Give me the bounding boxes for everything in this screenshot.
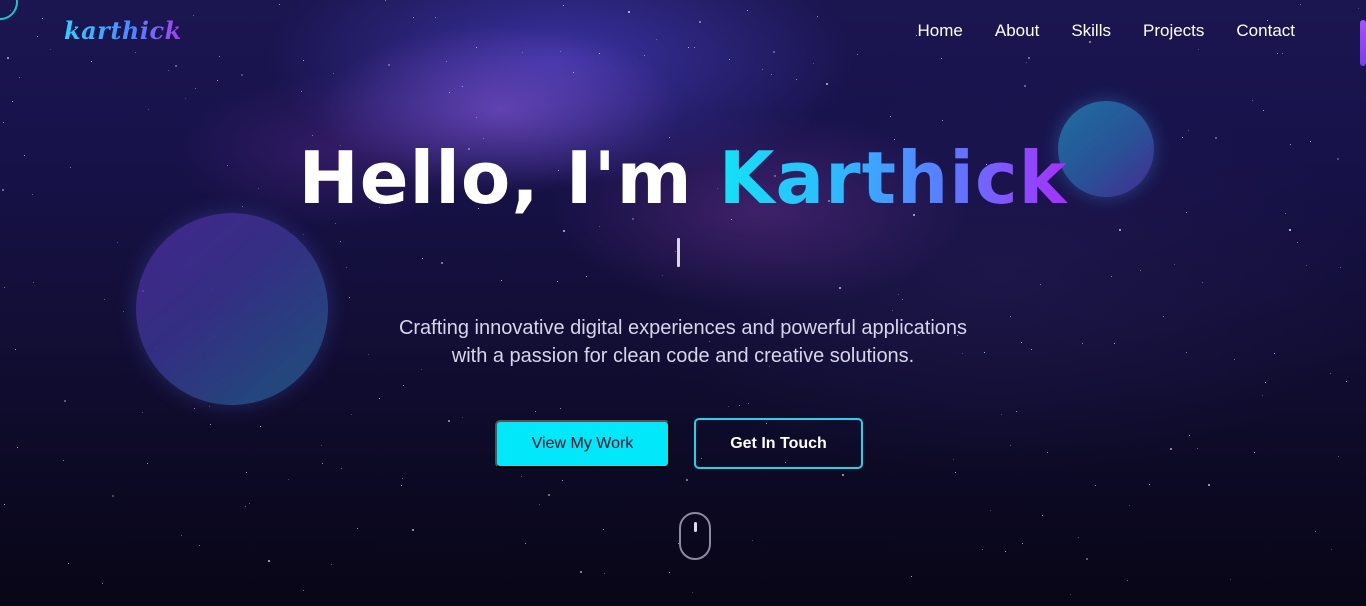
hero-headline: Hello, I'm Karthick bbox=[0, 136, 1366, 220]
view-my-work-button[interactable]: View My Work bbox=[495, 420, 670, 468]
hero-greeting: Hello, I'm bbox=[298, 136, 719, 220]
tagline-line-1: Crafting innovative digital experiences … bbox=[398, 317, 968, 339]
get-in-touch-button[interactable]: Get In Touch bbox=[694, 418, 863, 469]
mouse-scroll-icon[interactable] bbox=[679, 512, 711, 560]
tagline-line-2: with a passion for clean code and creati… bbox=[451, 345, 915, 367]
mouse-wheel bbox=[694, 522, 697, 532]
typing-cursor bbox=[677, 238, 680, 267]
hero-tagline: Crafting innovative digital experiences … bbox=[0, 314, 1366, 370]
hero-name: Karthick bbox=[718, 136, 1068, 220]
hero-section: Hello, I'm Karthick Crafting innovative … bbox=[0, 0, 1366, 606]
